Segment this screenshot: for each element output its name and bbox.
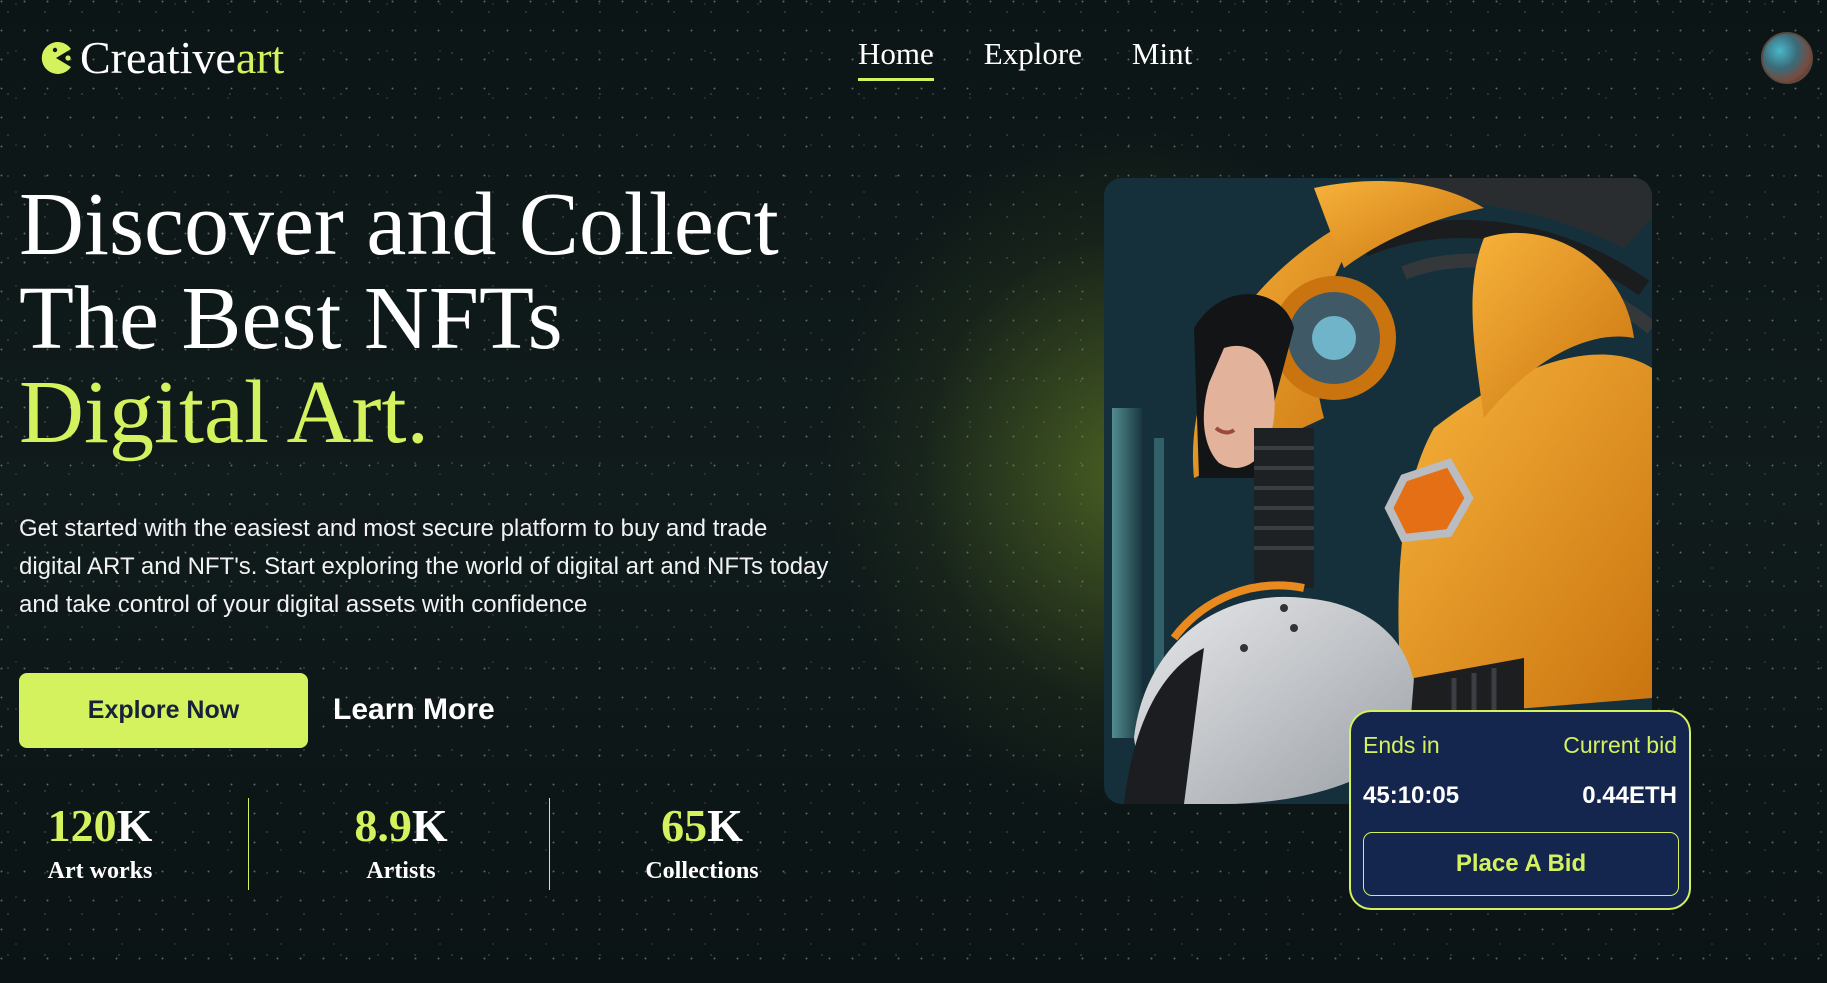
current-bid-label: Current bid bbox=[1563, 732, 1677, 758]
stat-value: 65K bbox=[661, 800, 743, 851]
countdown-timer: 45:10:05 bbox=[1363, 782, 1460, 809]
bid-values-row: 45:10:05 0.44ETH bbox=[1363, 782, 1677, 810]
stat-artworks: 120K Art works bbox=[0, 798, 200, 890]
learn-more-button[interactable]: Learn More bbox=[333, 685, 495, 735]
user-avatar[interactable] bbox=[1761, 32, 1813, 84]
place-bid-button[interactable]: Place A Bid bbox=[1363, 832, 1679, 896]
nav-explore[interactable]: Explore bbox=[984, 34, 1082, 81]
nav-home[interactable]: Home bbox=[858, 34, 934, 81]
hero-description: Get started with the easiest and most se… bbox=[19, 515, 829, 618]
bid-card: Ends in Current bid 45:10:05 0.44ETH Pla… bbox=[1349, 710, 1691, 910]
stat-label: Artists bbox=[366, 858, 436, 884]
hero-title-line-3: Digital Art. bbox=[19, 363, 429, 462]
stat-value: 8.9K bbox=[354, 800, 448, 851]
bid-labels-row: Ends in Current bid bbox=[1363, 732, 1677, 759]
current-bid-value: 0.44ETH bbox=[1582, 782, 1677, 809]
ends-in-label: Ends in bbox=[1363, 732, 1440, 758]
nav-mint[interactable]: Mint bbox=[1132, 34, 1192, 81]
brand-name: Creativeart bbox=[80, 32, 285, 83]
stats-row: 120K Art works 8.9K Artists 65K Collecti… bbox=[0, 798, 802, 890]
explore-now-button[interactable]: Explore Now bbox=[19, 673, 308, 748]
stat-label: Art works bbox=[47, 858, 153, 884]
stat-divider bbox=[549, 798, 550, 890]
hero-title-line-1: Discover and Collect bbox=[19, 175, 779, 274]
pacman-logo-icon bbox=[41, 42, 71, 74]
stat-collections: 65K Collections bbox=[602, 798, 802, 890]
hero-title-line-2: The Best NFTs bbox=[19, 269, 563, 368]
brand-logo[interactable]: Creativeart bbox=[38, 28, 284, 88]
main-nav: Home Explore Mint bbox=[858, 34, 1192, 81]
hero-title: Discover and Collect The Best NFTs Digit… bbox=[19, 178, 779, 460]
stat-artists: 8.9K Artists bbox=[301, 798, 501, 890]
stat-value: 120K bbox=[47, 800, 153, 851]
stat-label: Collections bbox=[645, 858, 759, 884]
stat-divider bbox=[248, 798, 249, 890]
